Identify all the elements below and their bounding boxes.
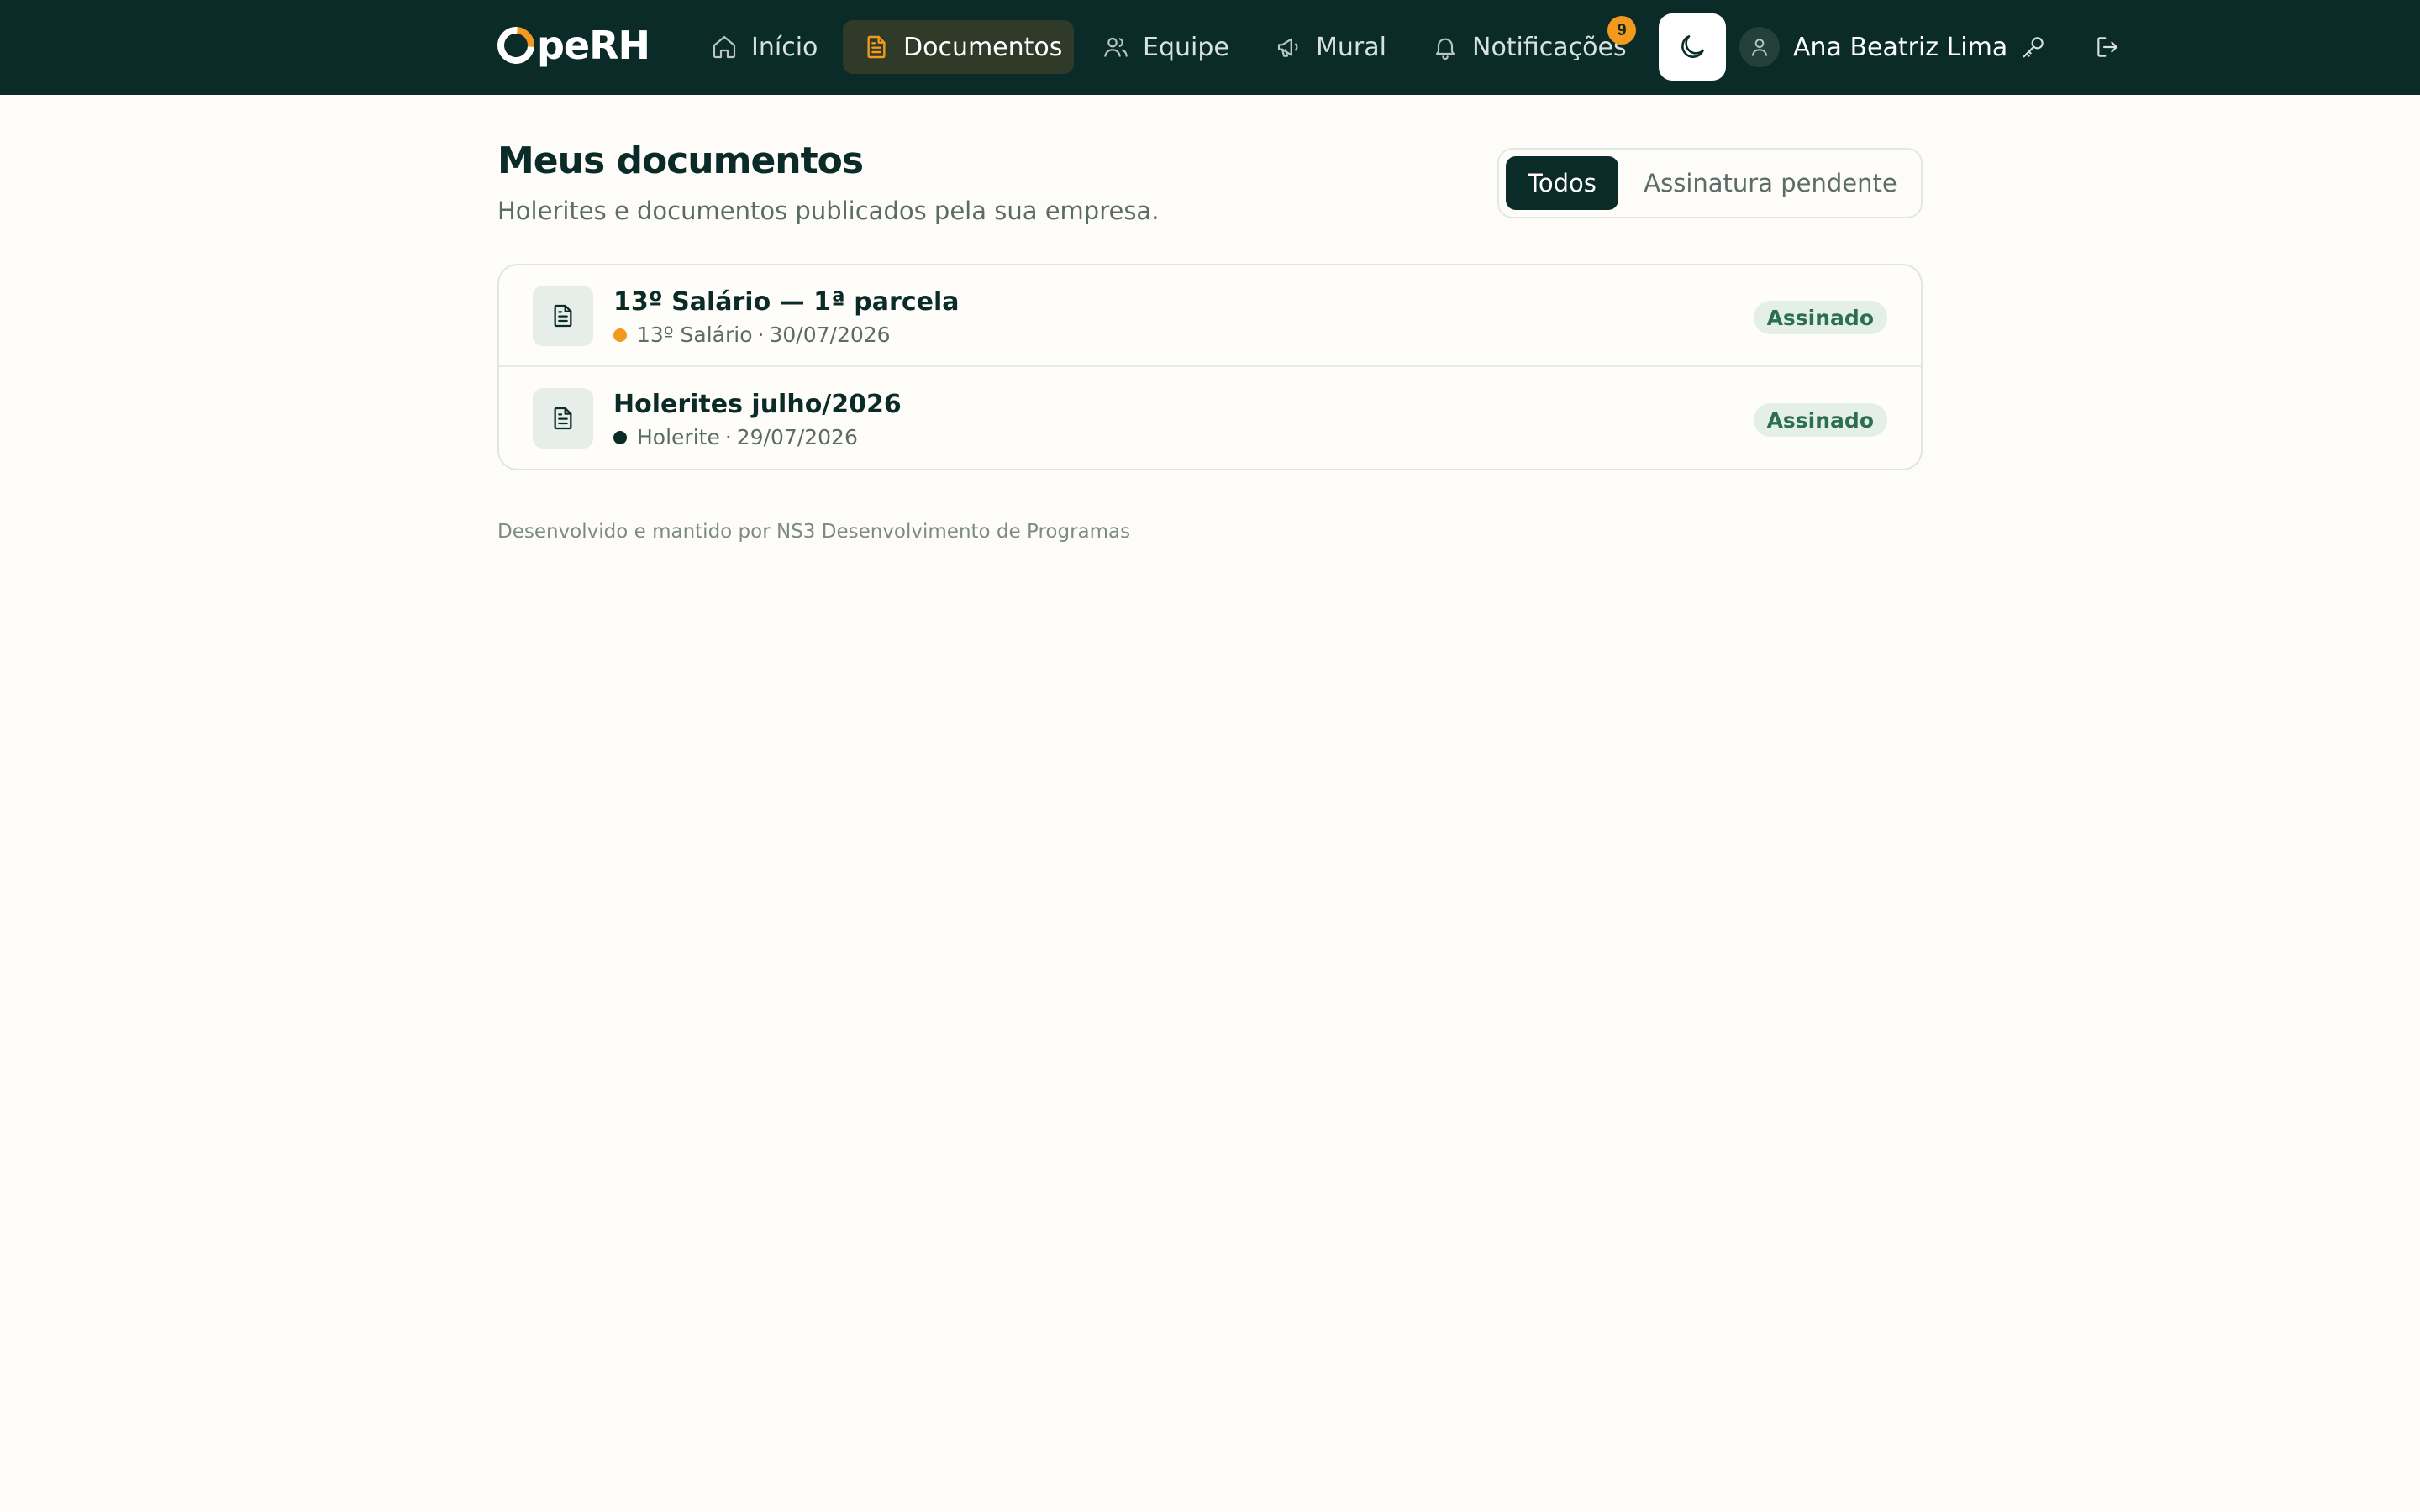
page-subtitle: Holerites e documentos publicados pela s… [497, 197, 1160, 225]
status-badge: Assinado [1753, 403, 1887, 437]
nav-item-inicio[interactable]: Início [691, 20, 842, 74]
document-file-icon-box [533, 388, 593, 449]
filter-pending-signature-button[interactable]: Assinatura pendente [1625, 156, 1916, 210]
home-icon [713, 35, 736, 59]
nav-item-notificacoes[interactable]: Notificações [1412, 20, 1639, 74]
bell-icon [1435, 38, 1455, 60]
document-title: 13º Salário — 1ª parcela [613, 287, 960, 317]
nav-item-label: Mural [1316, 32, 1386, 62]
document-icon [554, 407, 572, 430]
footer-credit: Desenvolvido e mantido por NS3 Desenvolv… [497, 521, 1131, 543]
user-name: Ana Beatriz Lima [1793, 32, 2008, 62]
nav-item-label: Notificações [1472, 32, 1627, 62]
document-meta: 13º Salário · 30/07/2026 [613, 323, 891, 347]
document-filter: Todos Assinatura pendente [1497, 148, 1923, 218]
list-item[interactable]: 13º Salário — 1ª parcela 13º Salário · 3… [499, 265, 1921, 367]
filter-all-button[interactable]: Todos [1506, 156, 1618, 210]
nav-item-equipe[interactable]: Equipe [1082, 20, 1247, 74]
document-category: 13º Salário [637, 323, 753, 347]
nav-item-label: Documentos [903, 32, 1063, 62]
category-dot [613, 328, 627, 342]
nav-item-mural[interactable]: Mural [1255, 20, 1402, 74]
logo-text: peRH [537, 23, 650, 68]
document-title: Holerites julho/2026 [613, 390, 902, 419]
document-category: Holerite [637, 425, 720, 449]
document-icon [867, 35, 886, 59]
nav-item-label: Início [751, 32, 818, 62]
oper-logo[interactable]: peRH [490, 19, 650, 71]
key-icon [2023, 37, 2044, 58]
avatar [1739, 27, 1780, 67]
page-title: Meus documentos [497, 139, 864, 182]
document-file-icon-box [533, 286, 593, 346]
meta-separator: · [757, 323, 765, 347]
category-dot [613, 430, 627, 444]
status-badge: Assinado [1753, 301, 1887, 334]
logo-o-ring [490, 19, 542, 71]
nav-item-label: Equipe [1143, 32, 1229, 62]
document-icon [554, 304, 572, 328]
users-icon [1104, 37, 1128, 57]
document-date: 29/07/2026 [736, 425, 858, 449]
change-password-button[interactable] [2013, 27, 2054, 67]
notification-count-badge: 9 [1607, 16, 1636, 45]
document-date: 30/07/2026 [769, 323, 891, 347]
list-item[interactable]: Holerites julho/2026 Holerite · 29/07/20… [499, 368, 1921, 469]
theme-toggle-button[interactable] [1659, 13, 1726, 81]
logout-icon [2097, 37, 2118, 57]
document-meta: Holerite · 29/07/2026 [613, 425, 858, 449]
document-list: 13º Salário — 1ª parcela 13º Salário · 3… [497, 264, 1923, 470]
user-menu[interactable]: Ana Beatriz Lima [1739, 27, 2007, 67]
top-nav-bar: peRH Início Documentos Equipe Mural Noti… [0, 0, 2420, 95]
user-icon [1751, 39, 1768, 56]
moon-icon [1681, 35, 1704, 58]
meta-separator: · [724, 425, 732, 449]
logout-button[interactable] [2087, 27, 2128, 67]
megaphone-icon [1277, 38, 1298, 57]
nav-item-documentos[interactable]: Documentos [843, 20, 1074, 74]
